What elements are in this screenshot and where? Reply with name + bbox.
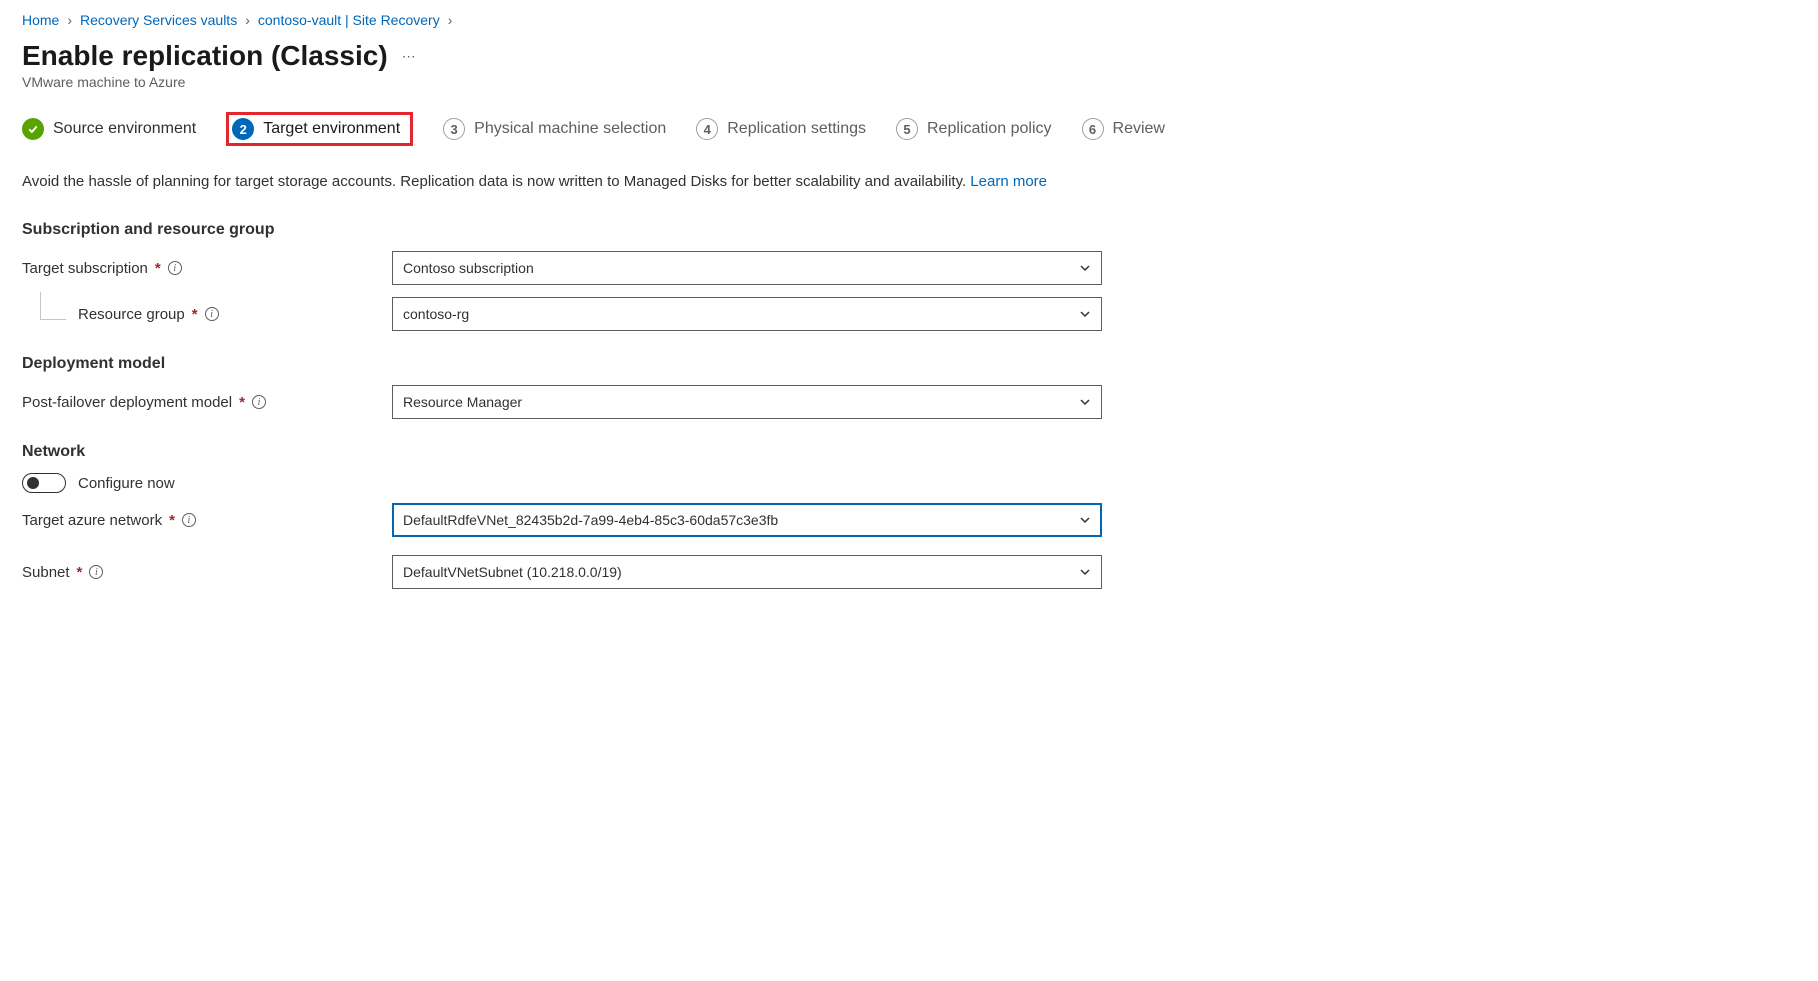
chevron-right-icon: › [448,12,453,28]
chevron-down-icon [1079,308,1091,320]
info-icon[interactable]: i [252,395,266,409]
required-asterisk: * [239,394,245,411]
step-replication-settings[interactable]: 4 Replication settings [696,118,866,140]
step-number-icon: 2 [232,118,254,140]
target-subscription-label: Target subscription * i [22,260,392,277]
info-text: Avoid the hassle of planning for target … [22,170,1082,193]
page-subtitle: VMware machine to Azure [22,74,1796,90]
subnet-dropdown[interactable]: DefaultVNetSubnet (10.218.0.0/19) [392,555,1102,589]
step-target-environment[interactable]: 2 Target environment [232,118,400,140]
step-label: Source environment [53,120,196,138]
step-number-icon: 6 [1082,118,1104,140]
dropdown-value: contoso-rg [403,306,469,322]
toggle-knob [27,477,39,489]
breadcrumb-home[interactable]: Home [22,12,59,28]
dropdown-value: Resource Manager [403,394,522,410]
tree-connector-icon [40,292,66,320]
target-azure-network-label: Target azure network * i [22,512,392,529]
chevron-down-icon [1079,396,1091,408]
info-icon[interactable]: i [205,307,219,321]
dropdown-value: DefaultVNetSubnet (10.218.0.0/19) [403,564,622,580]
step-label: Target environment [263,120,400,138]
checkmark-icon [22,118,44,140]
step-replication-policy[interactable]: 5 Replication policy [896,118,1052,140]
wizard-steps: Source environment 2 Target environment … [22,112,1796,146]
step-label: Replication policy [927,120,1052,138]
subnet-label: Subnet * i [22,564,392,581]
step-number-icon: 3 [443,118,465,140]
section-heading-network: Network [22,443,1796,461]
step-number-icon: 4 [696,118,718,140]
info-text-body: Avoid the hassle of planning for target … [22,173,970,190]
dropdown-value: Contoso subscription [403,260,534,276]
learn-more-link[interactable]: Learn more [970,173,1047,190]
required-asterisk: * [155,260,161,277]
section-heading-subscription: Subscription and resource group [22,221,1796,239]
configure-now-label: Configure now [78,475,175,492]
chevron-down-icon [1079,566,1091,578]
required-asterisk: * [192,306,198,323]
chevron-right-icon: › [67,12,72,28]
resource-group-label: Resource group * i [22,306,392,323]
info-icon[interactable]: i [89,565,103,579]
resource-group-dropdown[interactable]: contoso-rg [392,297,1102,331]
target-subscription-dropdown[interactable]: Contoso subscription [392,251,1102,285]
chevron-down-icon [1079,514,1091,526]
more-actions-button[interactable]: ⋯ [402,48,418,65]
deployment-model-label: Post-failover deployment model * i [22,394,392,411]
step-label: Review [1113,120,1165,138]
chevron-right-icon: › [245,12,250,28]
page-title: Enable replication (Classic) [22,40,388,72]
section-heading-deployment: Deployment model [22,355,1796,373]
breadcrumb-vault-site-recovery[interactable]: contoso-vault | Site Recovery [258,12,440,28]
step-label: Replication settings [727,120,866,138]
step-target-environment-highlight: 2 Target environment [226,112,413,146]
step-label: Physical machine selection [474,120,666,138]
deployment-model-dropdown[interactable]: Resource Manager [392,385,1102,419]
chevron-down-icon [1079,262,1091,274]
step-source-environment[interactable]: Source environment [22,118,196,140]
target-azure-network-dropdown[interactable]: DefaultRdfeVNet_82435b2d-7a99-4eb4-85c3-… [392,503,1102,537]
step-review[interactable]: 6 Review [1082,118,1165,140]
breadcrumb-recovery-vaults[interactable]: Recovery Services vaults [80,12,237,28]
info-icon[interactable]: i [168,261,182,275]
step-physical-machine-selection[interactable]: 3 Physical machine selection [443,118,666,140]
required-asterisk: * [169,512,175,529]
required-asterisk: * [77,564,83,581]
info-icon[interactable]: i [182,513,196,527]
configure-now-toggle[interactable] [22,473,66,493]
breadcrumb: Home › Recovery Services vaults › contos… [22,12,1796,28]
dropdown-value: DefaultRdfeVNet_82435b2d-7a99-4eb4-85c3-… [403,512,778,528]
step-number-icon: 5 [896,118,918,140]
